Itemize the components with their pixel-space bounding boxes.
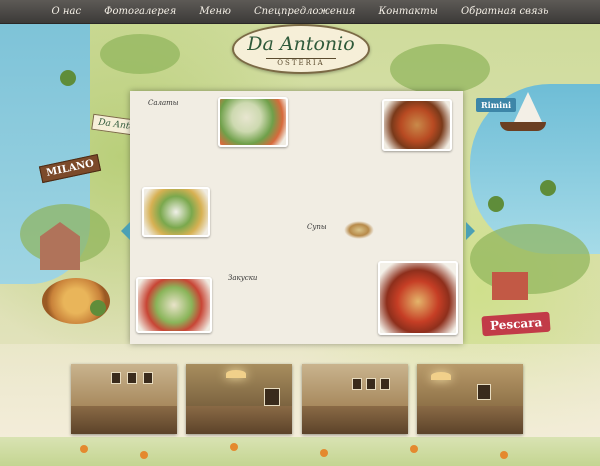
interior-photo[interactable] — [71, 364, 177, 434]
prev-arrow-icon[interactable] — [121, 222, 130, 240]
section-title-soups: Супы — [307, 223, 327, 231]
hill — [100, 34, 180, 74]
garnish-illustration — [344, 221, 374, 239]
logo-subtitle: OSTERIA — [266, 58, 336, 67]
dish-photo-main — [382, 99, 452, 151]
nav-menu[interactable]: Меню — [199, 6, 231, 17]
map-label-rimini: Rimini — [476, 98, 517, 112]
nav-about[interactable]: О нас — [52, 6, 82, 17]
menu-card: Салаты Закуски Супы — [130, 91, 463, 344]
interior-photo[interactable] — [186, 364, 293, 434]
section-title-appetizers: Закуски — [228, 274, 258, 282]
nav-gallery[interactable]: Фотогалерея — [104, 6, 176, 17]
house-illustration — [492, 272, 528, 300]
tree-icon — [488, 196, 504, 212]
dish-photo-salad — [142, 187, 210, 237]
orchard-illustration — [0, 437, 600, 466]
restaurant-logo[interactable]: Da Antonio OSTERIA — [232, 24, 370, 74]
logo-name: Da Antonio — [247, 33, 355, 55]
dish-photo-soup — [378, 261, 458, 335]
nav-contacts[interactable]: Контакты — [379, 6, 438, 17]
tree-icon — [540, 180, 556, 196]
tree-icon — [60, 70, 76, 86]
hill — [390, 44, 490, 94]
dish-photo-salad — [218, 97, 288, 147]
next-arrow-icon[interactable] — [466, 222, 475, 240]
tree-icon — [90, 300, 106, 316]
interior-photo[interactable] — [301, 364, 408, 434]
nav-feedback[interactable]: Обратная связь — [461, 6, 548, 17]
interior-photo-strip — [71, 364, 523, 434]
top-navigation: О нас Фотогалерея Меню Спецпредложения К… — [0, 0, 600, 24]
interior-photo[interactable] — [416, 364, 523, 434]
hill — [470, 224, 590, 294]
nav-specials[interactable]: Спецпредложения — [254, 6, 355, 17]
dish-photo-salad — [136, 277, 212, 333]
